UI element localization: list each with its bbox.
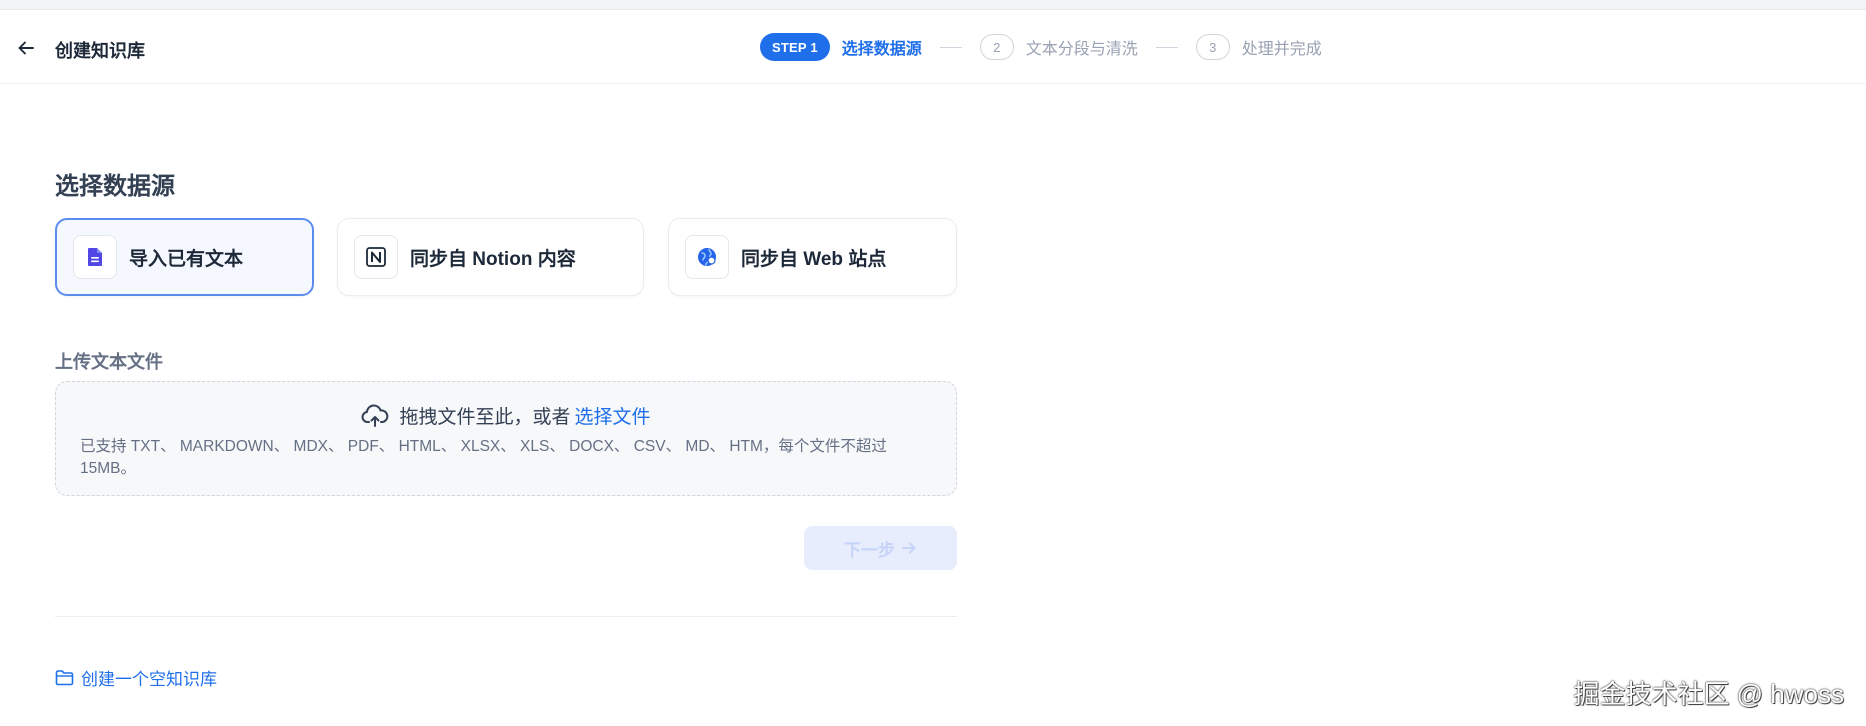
file-text-icon xyxy=(73,235,117,279)
step-2-label: 文本分段与清洗 xyxy=(1025,41,1138,58)
file-dropzone[interactable]: 拖拽文件至此，或者 选择文件 已支持 TXT、 MARKDOWN、 MDX、 P… xyxy=(55,381,957,496)
globe-icon xyxy=(685,235,729,279)
browser-top-strip xyxy=(0,0,1866,10)
folder-icon xyxy=(55,669,74,686)
source-label: 同步自 Web 站点 xyxy=(741,248,887,270)
notion-icon xyxy=(354,235,398,279)
header-bar: 创建知识库 STEP 1 选择数据源 2 文本分段与清洗 3 处理并完成 xyxy=(0,10,1866,84)
source-label: 同步自 Notion 内容 xyxy=(410,248,576,270)
arrow-right-icon xyxy=(901,540,917,556)
next-step-button[interactable]: 下一步 xyxy=(804,526,957,570)
next-step-label: 下一步 xyxy=(844,540,895,560)
create-empty-kb-label: 创建一个空知识库 xyxy=(81,670,217,689)
stepper: STEP 1 选择数据源 2 文本分段与清洗 3 处理并完成 xyxy=(760,32,1322,62)
supported-formats-text: 已支持 TXT、 MARKDOWN、 MDX、 PDF、 HTML、 XLSX、… xyxy=(80,438,887,477)
section-title: 选择数据源 xyxy=(55,173,175,200)
step-2-badge: 2 xyxy=(979,34,1014,60)
step-3-label: 处理并完成 xyxy=(1241,41,1322,58)
select-file-link[interactable]: 选择文件 xyxy=(575,402,651,429)
drop-instructions: 拖拽文件至此，或者 选择文件 xyxy=(56,402,956,429)
step-3-badge: 3 xyxy=(1195,34,1230,60)
source-card-import-text[interactable]: 导入已有文本 xyxy=(55,218,314,296)
step-connector xyxy=(939,46,962,48)
source-card-notion[interactable]: 同步自 Notion 内容 xyxy=(337,218,644,296)
divider xyxy=(55,616,957,617)
watermark: 掘金技术社区 @ hwoss xyxy=(1573,679,1844,709)
source-label: 导入已有文本 xyxy=(129,248,244,270)
cloud-upload-icon xyxy=(361,403,389,428)
back-button[interactable] xyxy=(14,36,38,60)
page-title: 创建知识库 xyxy=(55,41,145,61)
step-1-badge: STEP 1 xyxy=(760,33,830,61)
arrow-left-icon xyxy=(17,39,35,57)
step-1-label: 选择数据源 xyxy=(841,41,922,58)
drag-text: 拖拽文件至此，或者 xyxy=(399,407,571,428)
step-connector xyxy=(1155,46,1178,48)
upload-title: 上传文本文件 xyxy=(55,352,163,372)
source-card-web[interactable]: 同步自 Web 站点 xyxy=(668,218,957,296)
create-empty-kb-link[interactable]: 创建一个空知识库 xyxy=(55,665,217,690)
